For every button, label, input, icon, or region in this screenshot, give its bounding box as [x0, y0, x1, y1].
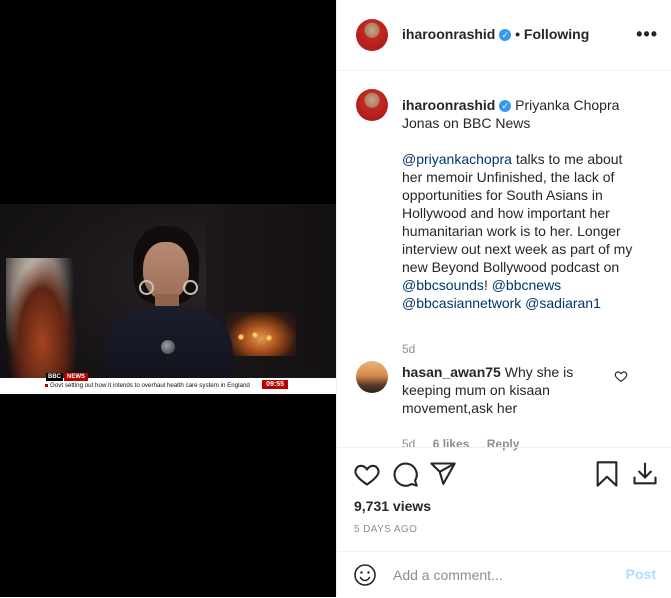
action-icons — [353, 460, 659, 492]
ticker-clock: 09:55 — [262, 380, 288, 389]
author-username[interactable]: iharoonrashid — [402, 26, 495, 42]
post-date[interactable]: 5 DAYS AGO — [354, 524, 417, 535]
earring — [183, 280, 198, 295]
ticker-bullet — [45, 384, 48, 387]
post-details-panel: iharoonrashid ✓ • Following ••• iharoonr… — [336, 0, 671, 597]
caption-author-username[interactable]: iharoonrashid — [402, 97, 495, 113]
ticker-text: Govt setting out how it intends to overh… — [50, 382, 250, 389]
caption-author-avatar[interactable] — [356, 89, 388, 121]
emoji-smiley-icon[interactable] — [353, 563, 377, 587]
mention-bbcasiannetwork[interactable]: @bbcasiannetwork — [402, 295, 521, 311]
caption-timestamp[interactable]: 5d — [402, 342, 415, 356]
media-panel: BBC NEWS Govt setting out how it intends… — [0, 0, 336, 597]
author-meta: iharoonrashid ✓ • Following — [402, 26, 589, 42]
mention-priyankachopra[interactable]: @priyankachopra — [402, 151, 512, 167]
bbc-news-logo: BBC NEWS — [46, 372, 88, 382]
candle — [252, 332, 258, 338]
post-header: iharoonrashid ✓ • Following ••• — [337, 0, 671, 71]
video-player[interactable]: BBC NEWS Govt setting out how it intends… — [0, 204, 336, 394]
following-button[interactable]: • Following — [515, 26, 589, 42]
verified-badge-icon: ✓ — [499, 100, 512, 113]
comment-composer: Post — [337, 551, 671, 598]
interviewee — [95, 220, 245, 394]
caption-punct: ! — [483, 277, 492, 293]
mention-bbcnews[interactable]: @bbcnews — [492, 277, 561, 293]
author-avatar[interactable] — [356, 19, 388, 51]
commenter-avatar[interactable] — [356, 361, 388, 393]
download-icon[interactable] — [631, 460, 659, 488]
caption-text: iharoonrashid ✓ Priyanka Chopra Jonas on… — [402, 96, 638, 312]
comment-text: hasan_awan75 Why she is keeping mum on k… — [402, 363, 622, 417]
commenter-username[interactable]: hasan_awan75 — [402, 364, 501, 380]
bbc-logo-text: BBC — [46, 373, 63, 381]
news-ticker: BBC NEWS Govt setting out how it intends… — [0, 373, 336, 394]
earring — [139, 280, 154, 295]
comment-like-icon[interactable] — [614, 369, 628, 383]
news-logo-text: NEWS — [64, 373, 88, 381]
caption-body: talks to me about her memoir Unfinished,… — [402, 151, 633, 275]
comment-item: hasan_awan75 Why she is keeping mum on k… — [356, 361, 656, 451]
microphone — [161, 340, 175, 354]
comment-bubble-icon[interactable] — [391, 460, 419, 488]
view-count[interactable]: 9,731 views — [354, 498, 431, 514]
comment-input[interactable] — [393, 565, 613, 585]
more-options-icon[interactable]: ••• — [636, 24, 658, 45]
flower-vase — [6, 258, 78, 378]
share-paper-plane-icon[interactable] — [429, 460, 457, 488]
comments-area: iharoonrashid ✓ Priyanka Chopra Jonas on… — [337, 71, 671, 451]
mention-bbcsounds[interactable]: @bbcsounds — [402, 277, 484, 293]
post-comment-button[interactable]: Post — [626, 566, 656, 582]
save-bookmark-icon[interactable] — [593, 460, 621, 488]
post-actions: 9,731 views 5 DAYS AGO — [337, 447, 671, 552]
mention-sadiaran1[interactable]: @sadiaran1 — [525, 295, 601, 311]
verified-badge-icon: ✓ — [499, 29, 512, 42]
instagram-post-modal: BBC NEWS Govt setting out how it intends… — [0, 0, 671, 597]
like-heart-icon[interactable] — [353, 460, 381, 488]
candle — [266, 335, 272, 341]
